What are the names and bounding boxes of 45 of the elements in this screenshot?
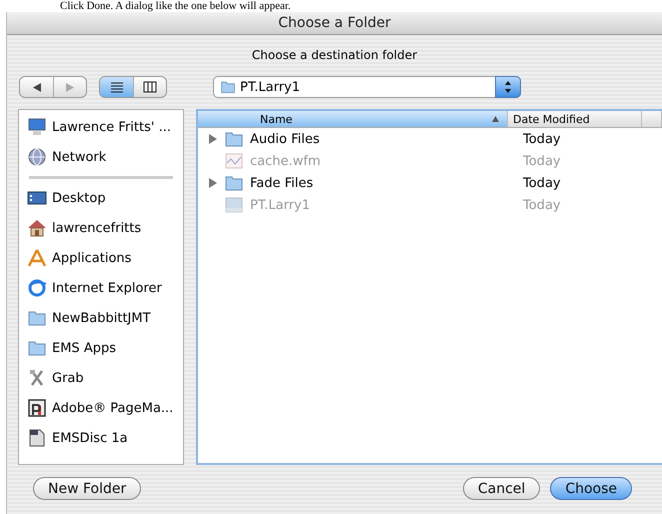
document-p-icon bbox=[27, 398, 47, 418]
sidebar-item[interactable]: Adobe® PageMa... bbox=[19, 393, 183, 423]
monitor-icon bbox=[27, 117, 47, 137]
letter-a-tools-icon bbox=[27, 248, 47, 268]
document-icon bbox=[27, 428, 47, 448]
date-modified: Today bbox=[522, 132, 561, 146]
image-file-icon bbox=[224, 151, 244, 171]
globe-icon bbox=[27, 147, 47, 167]
date-modified: Today bbox=[522, 154, 561, 168]
list-view-icon bbox=[110, 81, 124, 93]
sidebar-item[interactable]: EMS Apps bbox=[19, 333, 183, 363]
date-modified: Today bbox=[522, 176, 561, 190]
date-modified: Today bbox=[522, 198, 561, 212]
column-header[interactable]: Name bbox=[198, 111, 508, 127]
disclosure-triangle-icon[interactable] bbox=[208, 134, 218, 144]
view-mode-button[interactable] bbox=[100, 77, 133, 97]
project-file-icon bbox=[224, 195, 244, 215]
column-header[interactable]: Date Modified bbox=[508, 111, 642, 127]
prompt-text: Choose a destination folder bbox=[252, 48, 418, 62]
sidebar-item[interactable]: Network bbox=[19, 142, 183, 172]
sidebar-item[interactable]: Lawrence Fritts' ... bbox=[19, 112, 183, 142]
location-popup[interactable]: PT.Larry1 bbox=[213, 76, 521, 98]
sidebar-item[interactable]: Internet Explorer bbox=[19, 273, 183, 303]
sidebar-item[interactable]: Grab bbox=[19, 363, 183, 393]
sidebar-item[interactable]: Desktop bbox=[19, 183, 183, 213]
file-name[interactable]: Fade Files bbox=[250, 176, 314, 190]
left-arrow-icon bbox=[32, 82, 40, 92]
folder-icon bbox=[220, 79, 236, 95]
popup-arrows-icon bbox=[495, 76, 521, 98]
disclosure-triangle-icon[interactable] bbox=[208, 178, 218, 188]
dialog-button[interactable]: Choose bbox=[550, 477, 632, 500]
document-text: Click Done. A dialog like the one below will appear. bbox=[59, 0, 292, 12]
dialog-button[interactable]: New Folder bbox=[33, 477, 142, 500]
column-view-icon bbox=[143, 81, 157, 93]
sidebar-item[interactable]: lawrencefritts bbox=[19, 213, 183, 243]
dialog-button[interactable]: Cancel bbox=[462, 477, 540, 500]
sidebar-item[interactable]: Applications bbox=[19, 243, 183, 273]
house-icon bbox=[27, 218, 47, 238]
window-title: Choose a Folder bbox=[7, 12, 662, 35]
sidebar-item[interactable]: NewBabbittJMT bbox=[19, 303, 183, 333]
sort-arrow-icon bbox=[492, 116, 499, 122]
sidebar-item[interactable]: EMSDisc 1a bbox=[19, 423, 183, 453]
right-arrow-icon bbox=[66, 82, 74, 92]
e-logo-icon bbox=[27, 278, 47, 298]
file-name[interactable]: Audio Files bbox=[250, 132, 320, 146]
